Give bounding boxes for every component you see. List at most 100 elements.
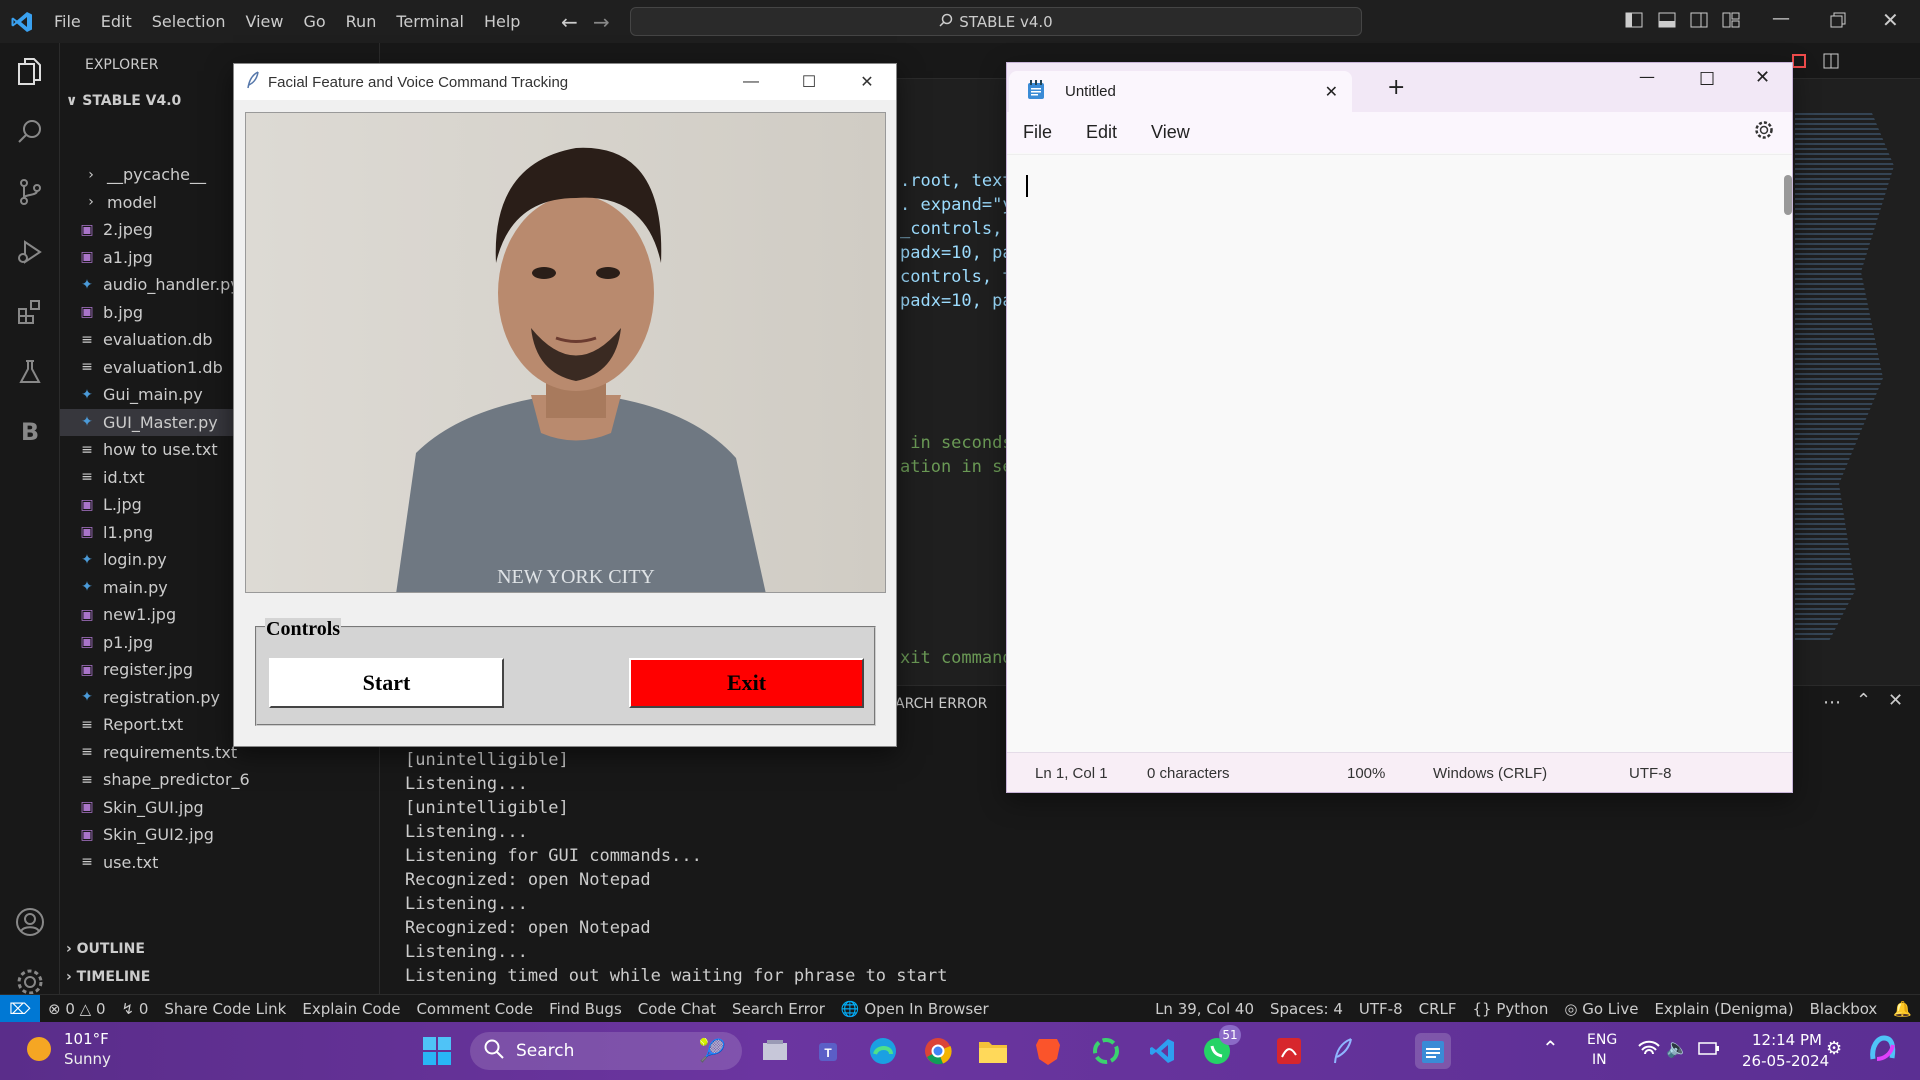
notepad-maximize-icon[interactable]: ☐ <box>1699 69 1715 90</box>
testing-icon[interactable] <box>13 355 47 389</box>
start-windows-icon[interactable] <box>419 1033 455 1069</box>
clock-time[interactable]: 12:14 PM <box>1752 1031 1822 1049</box>
explorer-file-item[interactable]: ≡ shape_predictor_6 <box>60 766 380 793</box>
task-view-icon[interactable] <box>757 1033 793 1069</box>
status-open-in-browser[interactable]: 🌐 Open In Browser <box>833 1000 997 1018</box>
notepad-encoding[interactable]: UTF-8 <box>1629 765 1672 782</box>
minimap[interactable] <box>1795 113 1894 643</box>
show-hidden-icons-icon[interactable]: ⌃ <box>1542 1036 1559 1060</box>
blackbox-status[interactable]: Blackbox <box>1802 1000 1886 1018</box>
stop-icon[interactable] <box>1791 53 1807 73</box>
toggle-secondary-sidebar-icon[interactable] <box>1690 12 1708 32</box>
maximize-panel-icon[interactable]: ⌃ <box>1856 690 1871 711</box>
notepad-settings-gear-icon[interactable] <box>1754 120 1774 145</box>
notepad-scrollbar[interactable] <box>1784 175 1792 215</box>
toggle-sidebar-icon[interactable] <box>1625 12 1643 32</box>
tk-minimize-icon[interactable]: — <box>722 64 780 100</box>
menu-run[interactable]: Run <box>336 12 387 31</box>
notepad-menu-view[interactable]: View <box>1151 122 1190 143</box>
notepad-text-area[interactable] <box>1007 154 1792 752</box>
tab-close-icon[interactable]: ✕ <box>1325 82 1338 102</box>
copilot-icon[interactable] <box>1868 1034 1898 1068</box>
status-code-chat[interactable]: Code Chat <box>630 1000 724 1018</box>
menu-file[interactable]: File <box>44 12 91 31</box>
language-eng[interactable]: ENG <box>1587 1032 1617 1048</box>
remote-indicator-icon[interactable]: ⌦ <box>0 994 40 1023</box>
volume-icon[interactable]: 🔈 <box>1666 1038 1688 1059</box>
file-encoding[interactable]: UTF-8 <box>1351 1000 1411 1018</box>
notepad-tab[interactable]: Untitled ✕ <box>1009 71 1352 112</box>
app-ring-icon[interactable] <box>1088 1033 1124 1069</box>
command-center[interactable]: STABLE v4.0 <box>630 7 1362 36</box>
accounts-icon[interactable] <box>13 905 47 939</box>
language-in[interactable]: IN <box>1592 1052 1607 1068</box>
status-find-bugs[interactable]: Find Bugs <box>541 1000 630 1018</box>
clock-date[interactable]: 26-05-2024 <box>1742 1052 1829 1070</box>
blackbox-icon[interactable]: B <box>13 415 47 449</box>
terminal-tab[interactable]: ARCH ERROR <box>895 696 987 712</box>
notepad-menu-edit[interactable]: Edit <box>1086 122 1117 143</box>
menu-selection[interactable]: Selection <box>142 12 236 31</box>
exit-button[interactable]: Exit <box>629 658 864 708</box>
outline-section[interactable]: › OUTLINE <box>66 941 145 957</box>
notifications-bell-icon[interactable]: 🔔 <box>1885 1000 1920 1018</box>
start-button[interactable]: Start <box>269 658 504 708</box>
more-actions-icon[interactable]: ⋯ <box>1823 692 1841 713</box>
status-explain-code[interactable]: Explain Code <box>294 1000 408 1018</box>
menu-help[interactable]: Help <box>474 12 530 31</box>
run-debug-icon[interactable] <box>13 235 47 269</box>
taskbar-search-box[interactable]: Search 🎾 <box>470 1032 742 1070</box>
indentation[interactable]: Spaces: 4 <box>1262 1000 1351 1018</box>
problems-indicator[interactable]: ⊗ 0 △ 0 <box>40 1000 114 1018</box>
edge-icon[interactable] <box>865 1033 901 1069</box>
notification-center-icon[interactable]: ⚙ <box>1826 1038 1842 1059</box>
close-icon[interactable]: ✕ <box>1882 8 1899 32</box>
acrobat-icon[interactable] <box>1271 1033 1307 1069</box>
back-arrow-icon[interactable]: ← <box>561 10 578 34</box>
python-feather-icon[interactable] <box>1325 1033 1361 1069</box>
go-live-button[interactable]: ◎ Go Live <box>1556 1000 1646 1018</box>
notepad-line-ending[interactable]: Windows (CRLF) <box>1433 765 1547 782</box>
explorer-file-item[interactable]: ≡ use.txt <box>60 849 380 876</box>
vscode-taskbar-icon[interactable] <box>1144 1033 1180 1069</box>
explorer-file-item[interactable]: ▣ Skin_GUI2.jpg <box>60 821 380 848</box>
whatsapp-icon[interactable]: 51 <box>1199 1025 1241 1069</box>
tk-close-icon[interactable]: ✕ <box>838 64 896 100</box>
status-comment-code[interactable]: Comment Code <box>408 1000 541 1018</box>
ports-indicator[interactable]: ↯ 0 <box>114 1000 157 1018</box>
timeline-section[interactable]: › TIMELINE <box>66 969 150 985</box>
toggle-panel-icon[interactable] <box>1658 12 1676 32</box>
line-ending[interactable]: CRLF <box>1411 1000 1465 1018</box>
project-folder[interactable]: ∨ STABLE V4.0 <box>66 93 181 109</box>
search-icon[interactable] <box>13 115 47 149</box>
close-panel-icon[interactable]: ✕ <box>1888 690 1903 711</box>
extensions-icon[interactable] <box>13 295 47 329</box>
new-tab-icon[interactable]: + <box>1387 75 1405 100</box>
source-control-icon[interactable] <box>13 175 47 209</box>
customize-layout-icon[interactable] <box>1722 12 1740 32</box>
status-share-code-link[interactable]: Share Code Link <box>156 1000 294 1018</box>
battery-icon[interactable] <box>1698 1040 1720 1060</box>
weather-temperature[interactable]: 101°F <box>64 1030 109 1048</box>
explorer-icon[interactable] <box>13 55 47 89</box>
teams-icon[interactable]: T <box>811 1033 847 1069</box>
notepad-zoom[interactable]: 100% <box>1347 765 1385 782</box>
language-mode[interactable]: {} Python <box>1465 1000 1557 1018</box>
chrome-icon[interactable] <box>920 1033 956 1069</box>
wifi-icon[interactable] <box>1638 1040 1660 1062</box>
menu-edit[interactable]: Edit <box>91 12 142 31</box>
weather-description[interactable]: Sunny <box>64 1050 111 1068</box>
menu-view[interactable]: View <box>236 12 294 31</box>
explorer-file-item[interactable]: ▣ Skin_GUI.jpg <box>60 794 380 821</box>
status-search-error[interactable]: Search Error <box>724 1000 833 1018</box>
notepad-taskbar-icon[interactable] <box>1415 1033 1451 1069</box>
tk-maximize-icon[interactable]: ☐ <box>780 64 838 100</box>
file-explorer-icon[interactable] <box>975 1033 1011 1069</box>
brave-icon[interactable] <box>1030 1033 1066 1069</box>
notepad-menu-file[interactable]: File <box>1023 122 1052 143</box>
minimize-icon[interactable]: — <box>1772 8 1790 29</box>
restore-icon[interactable] <box>1830 12 1846 32</box>
forward-arrow-icon[interactable]: → <box>593 10 610 34</box>
explain-denigma[interactable]: Explain (Denigma) <box>1646 1000 1801 1018</box>
notepad-minimize-icon[interactable]: — <box>1639 67 1655 86</box>
